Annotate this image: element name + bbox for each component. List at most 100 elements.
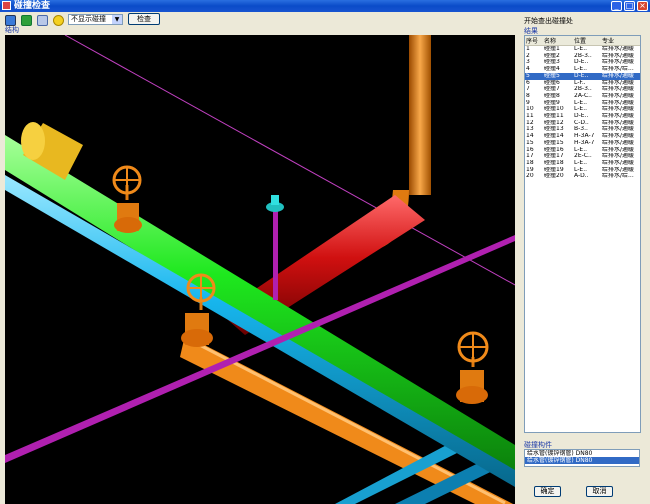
table-row[interactable]: 7 碰撞7 2B-3.. 给排水/通暖 bbox=[525, 86, 640, 93]
table-row[interactable]: 16 碰撞16 L-E.. 给排水/通暖 bbox=[525, 147, 640, 154]
table-row[interactable]: 15 碰撞15 H-3A-7 给排水/通暖 bbox=[525, 140, 640, 147]
row-discipline: 给排水/通暖 bbox=[601, 72, 640, 80]
row-name: 碰撞7 bbox=[544, 86, 560, 93]
cancel-button[interactable]: 取消 bbox=[586, 486, 613, 497]
header-location[interactable]: 位置 bbox=[573, 36, 601, 46]
row-discipline: 给排水/通暖 bbox=[602, 99, 635, 106]
row-location: H-3A-7 bbox=[574, 139, 595, 146]
row-discipline: 给排水/通暖 bbox=[602, 153, 635, 160]
table-row[interactable]: 10 碰撞10 L-E.. 给排水/通暖 bbox=[525, 106, 640, 113]
table-row[interactable]: 8 碰撞8 2A-C.. 给排水/通暖 bbox=[525, 93, 640, 100]
title-bar: 碰撞检查 _ □ × bbox=[0, 0, 650, 12]
sprinkler-body bbox=[271, 195, 279, 205]
row-name: 碰撞18 bbox=[544, 159, 564, 166]
layer-icon[interactable] bbox=[21, 15, 32, 26]
purple-riser bbox=[273, 210, 278, 300]
row-index: 2 bbox=[526, 52, 530, 59]
row-discipline: 给排水/通暖 bbox=[602, 86, 635, 93]
row-discipline: 给排水/通暖 bbox=[602, 159, 635, 166]
row-location: C-D.. bbox=[574, 119, 589, 126]
row-name: 碰撞6 bbox=[544, 79, 560, 86]
light-bulb-icon[interactable] bbox=[53, 15, 64, 26]
row-location: L-E.. bbox=[574, 146, 588, 153]
row-location: 2B-3.. bbox=[574, 52, 592, 59]
row-name: 碰撞3 bbox=[544, 59, 560, 66]
header-index[interactable]: 序号 bbox=[525, 36, 543, 46]
table-row[interactable]: 2 碰撞2 2B-3.. 给排水/通暖 bbox=[525, 53, 640, 60]
pipe-scene bbox=[5, 35, 515, 504]
app-icon bbox=[2, 1, 11, 10]
row-name: 碰撞16 bbox=[544, 146, 564, 153]
table-row[interactable]: 14 碰撞14 H-3A-7 给排水/通暖 bbox=[525, 133, 640, 140]
row-name: 碰撞12 bbox=[544, 119, 564, 126]
row-index: 1 bbox=[526, 45, 530, 52]
display-mode-select[interactable]: 不显示碰撞 ▼ bbox=[68, 14, 123, 25]
table-row[interactable]: 1 碰撞1 L-E.. 给排水/通暖 bbox=[525, 46, 640, 53]
row-location: 2E-C.. bbox=[574, 153, 592, 160]
table-row[interactable]: 17 碰撞17 2E-C.. 给排水/通暖 bbox=[525, 153, 640, 160]
row-location: 2A-C.. bbox=[574, 92, 592, 99]
row-discipline: 给排水/通暖 bbox=[602, 119, 635, 126]
minimize-button[interactable]: _ bbox=[611, 1, 622, 11]
row-name: 碰撞5 bbox=[543, 72, 573, 80]
row-index: 9 bbox=[526, 99, 530, 106]
row-discipline: 给排水/通暖 bbox=[602, 52, 635, 59]
table-row[interactable]: 12 碰撞12 C-D.. 给排水/通暖 bbox=[525, 120, 640, 127]
row-discipline: 给排水/通暖 bbox=[602, 79, 635, 86]
row-location: L-E.. bbox=[574, 66, 588, 73]
ok-button[interactable]: 确定 bbox=[534, 486, 561, 497]
row-name: 碰撞9 bbox=[544, 99, 560, 106]
collision-objects-list[interactable]: 给水管(镀锌钢管) DN80 给水管(镀锌钢管) DN80 bbox=[524, 449, 640, 467]
table-row[interactable]: 18 碰撞18 L-E.. 给排水/通暖 bbox=[525, 160, 640, 167]
3d-viewport[interactable] bbox=[5, 35, 515, 504]
header-discipline[interactable]: 专业 bbox=[601, 36, 640, 46]
row-index: 18 bbox=[526, 159, 534, 166]
table-row[interactable]: 4 碰撞4 L-E.. 给排水/给... bbox=[525, 66, 640, 73]
row-location: H-3A-7 bbox=[574, 133, 595, 140]
table-row[interactable]: 19 碰撞19 L-E.. 给排水/通暖 bbox=[525, 167, 640, 174]
row-location: L-E.. bbox=[574, 45, 588, 52]
view-tag: 结构 bbox=[5, 26, 19, 34]
table-row[interactable]: 9 碰撞9 L-E.. 给排水/通暖 bbox=[525, 100, 640, 107]
row-discipline: 给排水/通暖 bbox=[602, 45, 635, 52]
row-location: L-E.. bbox=[574, 106, 588, 113]
row-index: 5 bbox=[525, 72, 543, 80]
zoom-icon[interactable] bbox=[37, 15, 48, 26]
row-name: 碰撞2 bbox=[544, 52, 560, 59]
table-row[interactable]: 3 碰撞3 D-E.. 给排水/通暖 bbox=[525, 59, 640, 66]
list-item[interactable]: 给水管(镀锌钢管) DN80 bbox=[525, 457, 639, 464]
table-row[interactable]: 5 碰撞5 D-E.. 给排水/通暖 bbox=[525, 72, 640, 80]
header-name[interactable]: 名称 bbox=[543, 36, 573, 46]
row-location: L-F.. bbox=[574, 79, 586, 86]
check-button[interactable]: 检查 bbox=[128, 13, 160, 25]
row-discipline: 给排水/通暖 bbox=[602, 126, 635, 133]
table-row[interactable]: 6 碰撞6 L-F.. 给排水/通暖 bbox=[525, 80, 640, 87]
row-index: 6 bbox=[526, 79, 530, 86]
collision-rows: 1 碰撞1 L-E.. 给排水/通暖 2 碰撞2 2B-3.. 给排水/通暖 3 碰撞3 D-E..… bbox=[525, 46, 640, 181]
table-row[interactable]: 13 碰撞13 B-3.. 给排水/通暖 bbox=[525, 126, 640, 133]
window-title: 碰撞检查 bbox=[14, 1, 51, 11]
table-row[interactable]: 20 碰撞20 A-D.. 给排水/给... bbox=[525, 173, 640, 180]
row-index: 8 bbox=[526, 92, 530, 99]
row-name: 碰撞10 bbox=[544, 106, 564, 113]
display-mode-value: 不显示碰撞 bbox=[71, 15, 106, 23]
collision-list[interactable]: 序号 名称 位置 专业 1 碰撞1 L-E.. 给排水/通暖 2 碰撞2 2B-3.. 给排水… bbox=[524, 35, 641, 433]
row-discipline: 给排水/通暖 bbox=[602, 106, 635, 113]
table-row[interactable]: 11 碰撞11 D-E.. 给排水/通暖 bbox=[525, 113, 640, 120]
maximize-button[interactable]: □ bbox=[624, 1, 635, 11]
list-item[interactable]: 给水管(镀锌钢管) DN80 bbox=[525, 450, 639, 457]
row-name: 碰撞17 bbox=[544, 153, 564, 160]
row-index: 16 bbox=[526, 146, 534, 153]
row-index: 13 bbox=[526, 126, 534, 133]
row-location: D-E.. bbox=[573, 72, 601, 80]
row-discipline: 给排水/通暖 bbox=[602, 166, 635, 173]
row-index: 19 bbox=[526, 166, 534, 173]
row-discipline: 给排水/通暖 bbox=[602, 139, 635, 146]
row-index: 17 bbox=[526, 153, 534, 160]
row-index: 12 bbox=[526, 119, 534, 126]
row-name: 碰撞4 bbox=[544, 66, 560, 73]
row-location: D-E.. bbox=[574, 59, 589, 66]
close-button[interactable]: × bbox=[637, 1, 648, 11]
row-discipline: 给排水/通暖 bbox=[602, 92, 635, 99]
row-location: D-E.. bbox=[574, 113, 589, 120]
